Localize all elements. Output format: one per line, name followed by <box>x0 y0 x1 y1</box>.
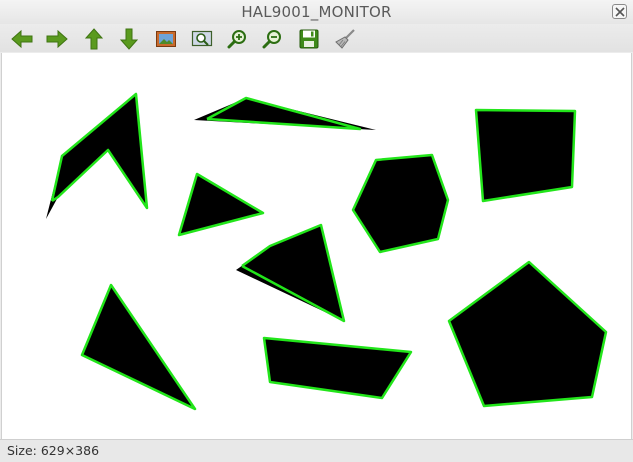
zoom-out-icon <box>262 30 281 49</box>
pan-down-button[interactable] <box>116 26 142 52</box>
close-icon <box>615 7 625 17</box>
polygon-shape <box>262 336 413 400</box>
arrow-down-icon <box>119 28 139 50</box>
zoom-fit-button[interactable] <box>189 26 215 52</box>
image-size-label: Size: 629×386 <box>7 443 100 458</box>
polygon-shape <box>447 260 608 408</box>
pan-up-button[interactable] <box>81 26 107 52</box>
polygon-shape <box>80 283 197 411</box>
clear-button[interactable] <box>332 26 358 52</box>
pan-left-button[interactable] <box>9 26 35 52</box>
title-bar[interactable]: HAL9001_MONITOR <box>0 0 633 24</box>
polygon-shape <box>177 172 265 237</box>
polygon-shape <box>351 153 450 254</box>
zoom-fit-icon <box>191 30 213 47</box>
status-bar: Size: 629×386 <box>0 439 633 462</box>
contours-image <box>46 92 608 411</box>
zoom-in-button[interactable] <box>225 26 251 52</box>
image-canvas[interactable] <box>1 53 632 439</box>
polygon-shape <box>194 96 376 131</box>
show-image-button[interactable] <box>153 26 179 52</box>
save-button[interactable] <box>296 26 322 52</box>
polygon-shape <box>236 223 346 323</box>
arrow-right-icon <box>46 29 68 49</box>
window-title: HAL9001_MONITOR <box>241 3 392 21</box>
app-window: HAL9001_MONITOR Size: 629×386 <box>0 0 633 462</box>
clear-brush-icon <box>335 29 355 49</box>
zoom-out-button[interactable] <box>260 26 286 52</box>
polygon-shape <box>474 108 577 203</box>
zoom-in-icon <box>227 30 246 49</box>
save-icon <box>299 29 319 49</box>
arrow-left-icon <box>11 29 33 49</box>
close-button[interactable] <box>612 4 627 19</box>
toolbar <box>0 24 633 52</box>
image-icon <box>156 31 176 47</box>
arrow-up-icon <box>84 28 104 50</box>
polygon-shape <box>46 92 149 219</box>
pan-right-button[interactable] <box>44 26 70 52</box>
